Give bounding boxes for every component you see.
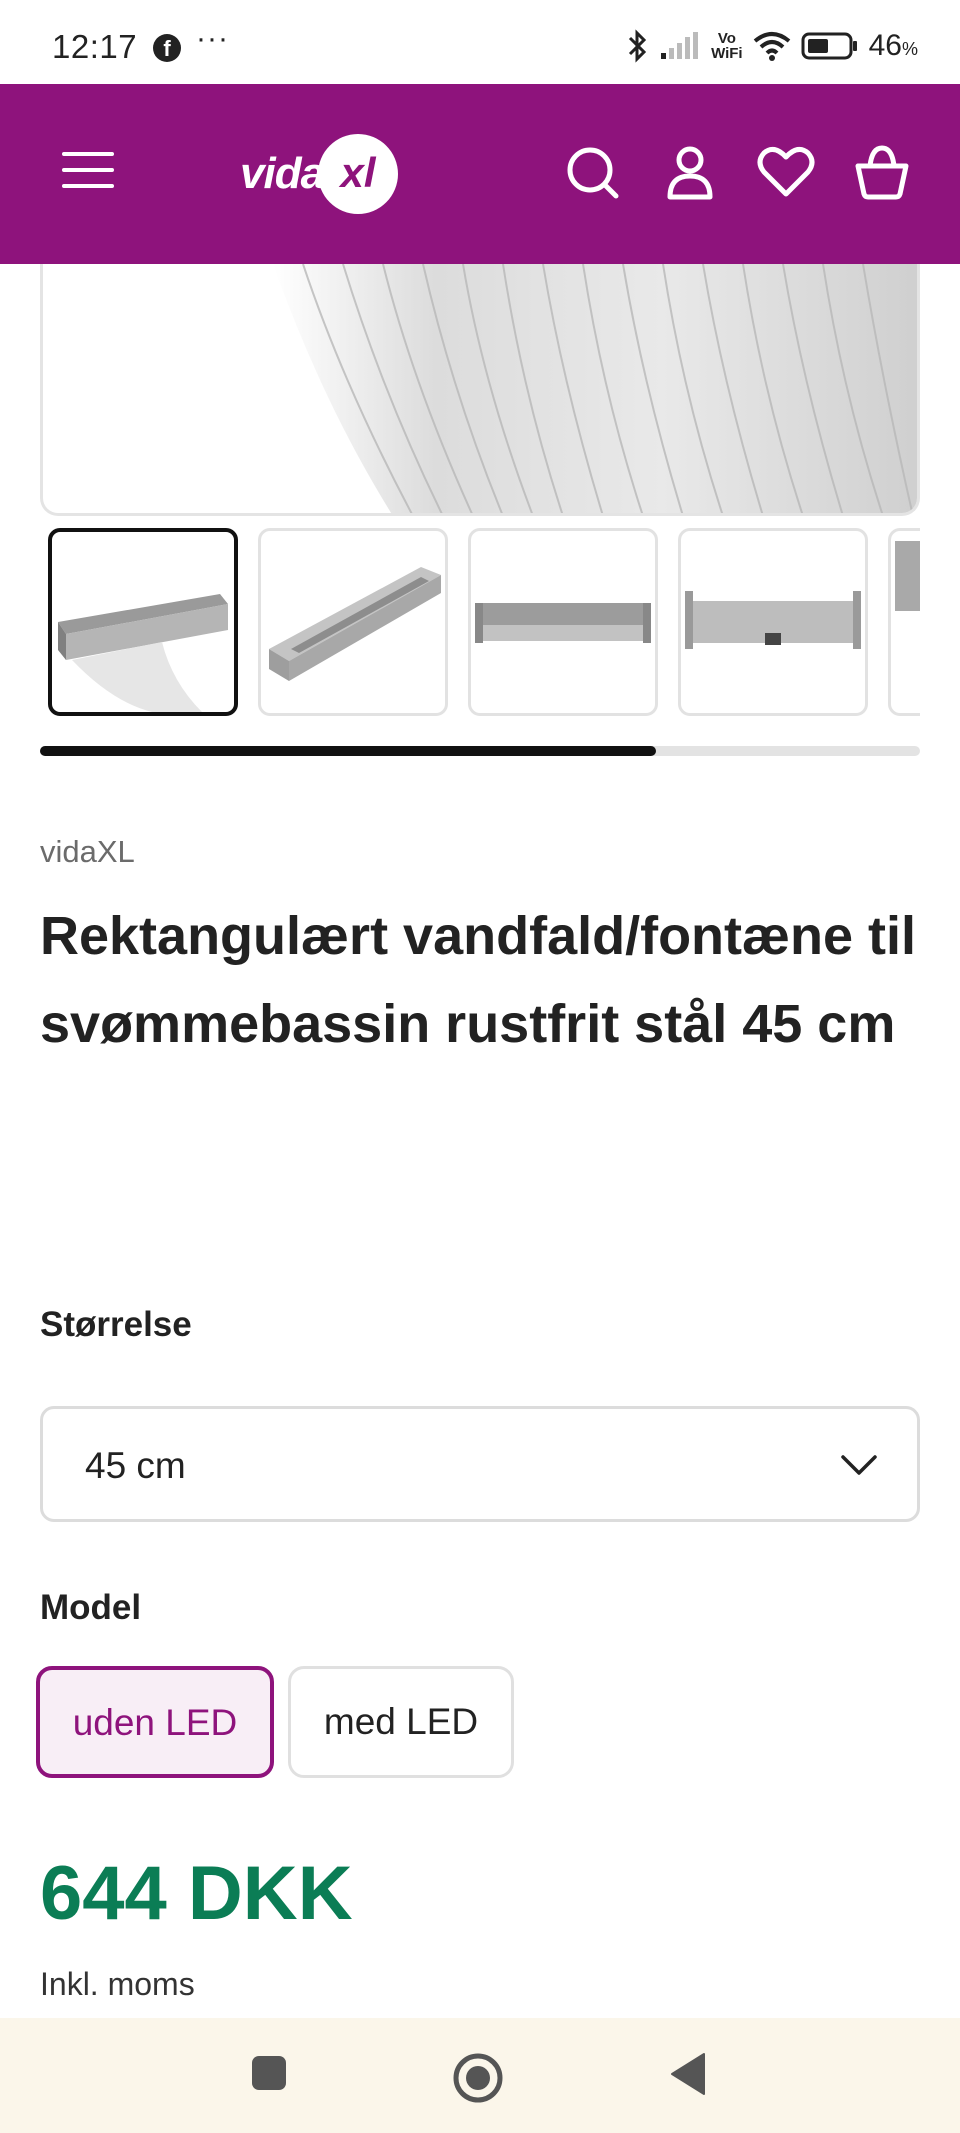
logo-badge: xl [318, 134, 399, 214]
battery-icon [801, 32, 857, 60]
battery-percentage: 46% [868, 29, 918, 62]
vidaxl-logo[interactable]: vida xl [240, 134, 399, 214]
search-icon[interactable] [562, 142, 622, 202]
back-triangle-icon[interactable] [668, 2052, 708, 2096]
chevron-down-icon [841, 1455, 877, 1475]
bluetooth-icon [629, 29, 647, 63]
size-select-value: 45 cm [85, 1445, 186, 1486]
status-time: 12:17 [52, 28, 138, 65]
cart-basket-icon[interactable] [852, 142, 912, 202]
status-icons: Vo WiFi 46% [627, 26, 918, 66]
vowifi-indicator: Vo WiFi [711, 30, 743, 62]
more-notifications-icon: ··· [196, 22, 229, 55]
status-bar: 12:17 f ··· Vo WiFi 46% [0, 0, 960, 84]
thumbnail-5[interactable] [888, 528, 920, 716]
gallery-scrollbar[interactable] [40, 746, 920, 756]
thumbnail-2[interactable] [258, 528, 448, 716]
product-main-image[interactable] [40, 264, 920, 516]
wifi-icon [753, 32, 790, 61]
vat-note: Inkl. moms [40, 1966, 195, 2002]
system-nav-bar [0, 2018, 960, 2133]
home-circle-icon[interactable] [452, 2052, 504, 2104]
product-title: Rektangulært vandfald/fontæne til svømme… [40, 906, 917, 1054]
menu-icon[interactable] [62, 152, 114, 194]
wishlist-heart-icon[interactable] [756, 142, 816, 202]
signal-icon [661, 32, 699, 59]
thumbnail-strip [48, 528, 920, 718]
size-label: Størrelse [40, 1305, 192, 1344]
site-header: vida xl [0, 84, 960, 264]
logo-wordmark: vida [240, 149, 325, 198]
waterfall-image [273, 264, 917, 513]
product-brand[interactable]: vidaXL [40, 834, 135, 870]
account-icon[interactable] [660, 142, 720, 202]
thumbnail-4[interactable] [678, 528, 868, 716]
thumbnail-1[interactable] [48, 528, 238, 716]
facebook-notification-icon: f [153, 34, 181, 62]
model-label: Model [40, 1588, 142, 1627]
recents-square-icon[interactable] [250, 2052, 290, 2094]
model-option-uden-led[interactable]: uden LED [36, 1666, 274, 1778]
thumbnail-3[interactable] [468, 528, 658, 716]
size-select[interactable]: 45 cm [40, 1406, 920, 1522]
model-option-med-led[interactable]: med LED [288, 1666, 514, 1778]
gallery-scrollbar-thumb[interactable] [40, 746, 656, 756]
product-price: 644 DKK [40, 1851, 353, 1936]
